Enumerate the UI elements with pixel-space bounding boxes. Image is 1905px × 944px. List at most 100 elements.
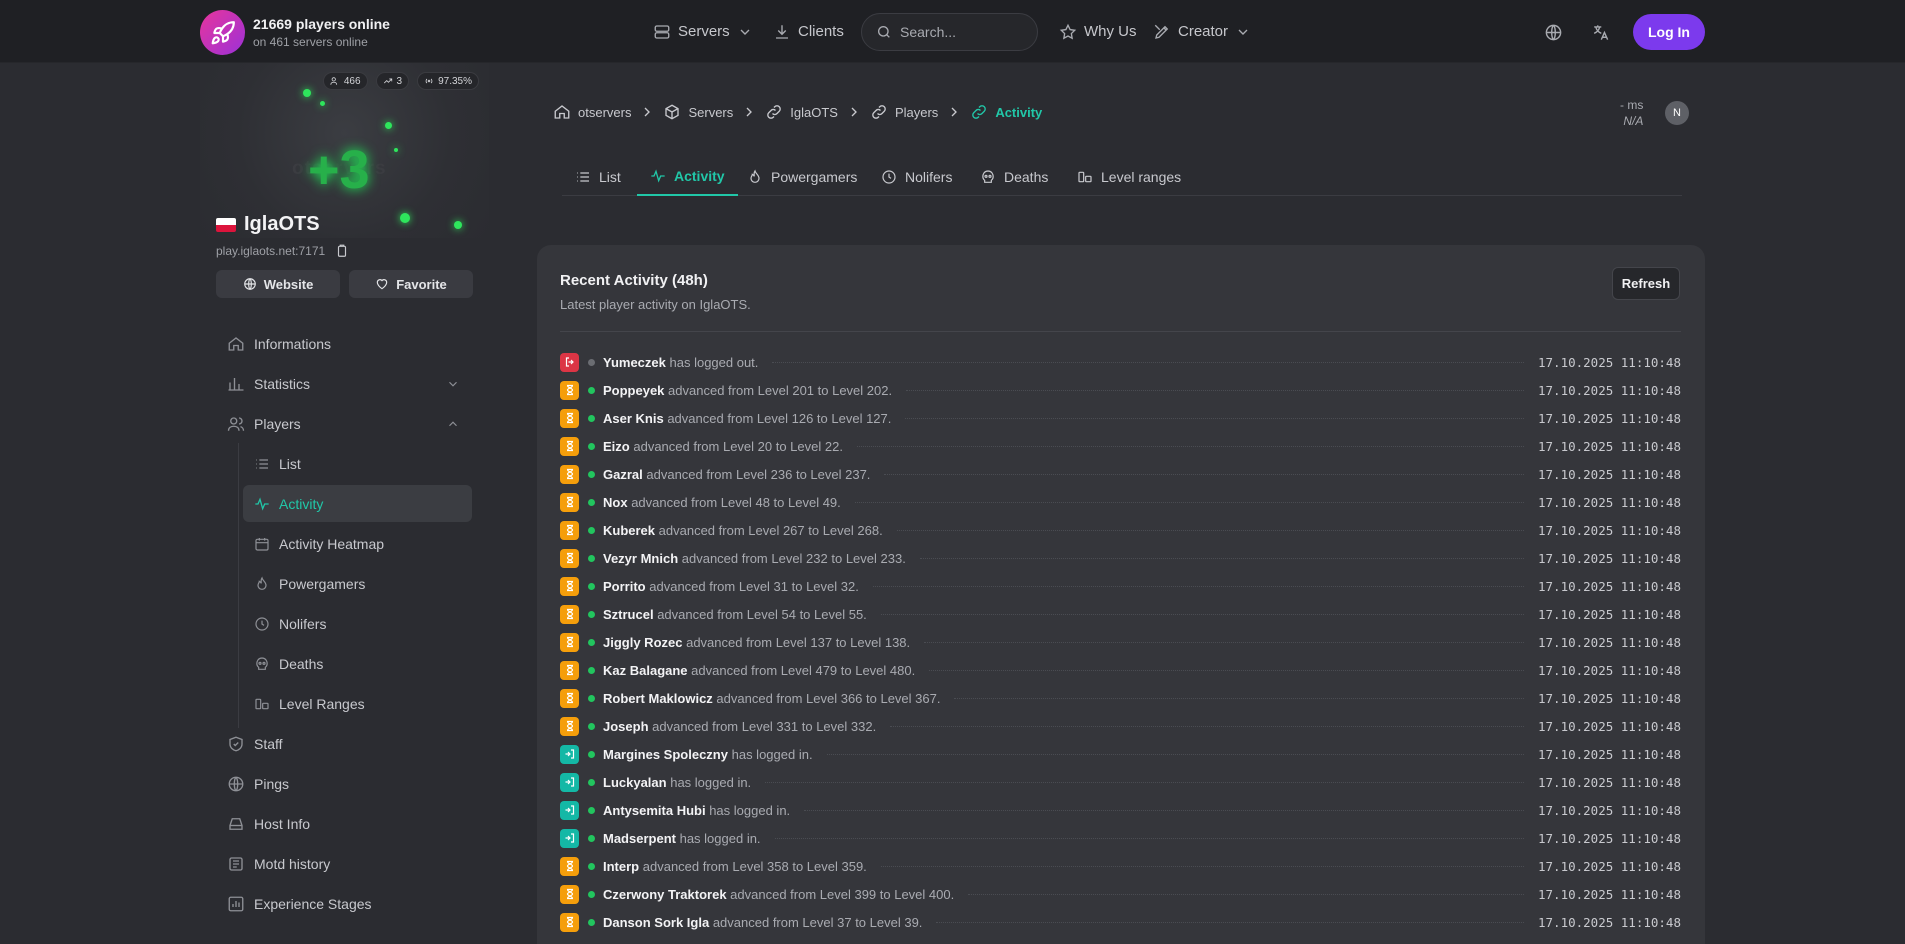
language-icon[interactable] (1588, 20, 1612, 44)
activity-timestamp: 17.10.2025 11:10:48 (1538, 914, 1681, 930)
sidebar-subitem-nolifers[interactable]: Nolifers (243, 605, 472, 642)
player-name-link[interactable]: Antysemita Hubi (603, 803, 706, 818)
breadcrumb-iglaots[interactable]: IglaOTS (765, 103, 838, 121)
player-name-link[interactable]: Luckyalan (603, 775, 667, 790)
player-name-link[interactable]: Gazral (603, 467, 643, 482)
player-name-link[interactable]: Kuberek (603, 523, 655, 538)
sidebar-subitem-deaths[interactable]: Deaths (243, 645, 472, 682)
nav-why-us[interactable]: Why Us (1059, 0, 1137, 63)
search-input[interactable]: Search... (861, 13, 1038, 51)
login-icon (560, 744, 579, 764)
chart-icon (228, 896, 244, 911)
status-dot (588, 582, 595, 590)
activity-text: Gazral advanced from Level 236 to Level … (603, 467, 870, 482)
breadcrumb-servers[interactable]: Servers (663, 103, 733, 121)
player-name-link[interactable]: Porrito (603, 579, 646, 594)
sidebar-item-statistics[interactable]: Statistics (216, 365, 472, 402)
activity-text: Joseph advanced from Level 331 to Level … (603, 719, 876, 734)
activity-row: Gazral advanced from Level 236 to Level … (560, 464, 1681, 484)
globe-icon (228, 776, 244, 791)
player-name-link[interactable]: Czerwony Traktorek (603, 887, 727, 902)
activity-timestamp: 17.10.2025 11:10:48 (1538, 494, 1681, 510)
sidebar-item-staff[interactable]: Staff (216, 725, 472, 762)
activity-timestamp: 17.10.2025 11:10:48 (1538, 382, 1681, 398)
activity-row: Interp advanced from Level 358 to Level … (560, 856, 1681, 876)
dotted-leader (854, 501, 1524, 503)
player-name-link[interactable]: Interp (603, 859, 639, 874)
sidebar-subitem-activity[interactable]: Activity (243, 485, 472, 522)
player-name-link[interactable]: Danson Sork Igla (603, 915, 709, 930)
player-name-link[interactable]: Eizo (603, 439, 630, 454)
sidebar-item-motd-history[interactable]: Motd history (216, 845, 472, 882)
chevron-up-icon (449, 421, 457, 427)
players-online-count: 21669 players online (253, 16, 390, 32)
sidebar-subitem-level-ranges[interactable]: Level Ranges (243, 685, 472, 722)
activity-description: has logged in. (709, 802, 791, 818)
player-name-link[interactable]: Madserpent (603, 831, 676, 846)
tab-activity[interactable]: Activity (637, 157, 738, 196)
chevron-down-icon (1238, 29, 1248, 35)
sidebar-item-host-info[interactable]: Host Info (216, 805, 472, 842)
player-name-link[interactable]: Sztrucel (603, 607, 654, 622)
activity-timestamp: 17.10.2025 11:10:48 (1538, 634, 1681, 650)
tab-nolifers[interactable]: Nolifers (868, 157, 965, 196)
website-button[interactable]: Website (216, 270, 340, 298)
nav-servers[interactable]: Servers (653, 0, 753, 63)
card-subtitle: Latest player activity on IglaOTS. (560, 297, 751, 312)
status-dot (588, 666, 595, 674)
refresh-button[interactable]: Refresh (1612, 267, 1680, 300)
player-name-link[interactable]: Joseph (603, 719, 649, 734)
player-name-link[interactable]: Jiggly Rozec (603, 635, 682, 650)
activity-timestamp: 17.10.2025 11:10:48 (1538, 830, 1681, 846)
logout-icon (560, 352, 579, 372)
breadcrumb-otservers[interactable]: otservers (553, 103, 631, 121)
activity-row: Czerwony Traktorek advanced from Level 3… (560, 884, 1681, 904)
sidebar-subitem-list[interactable]: List (243, 445, 472, 482)
sidebar-item-players[interactable]: Players (216, 405, 472, 442)
breadcrumb-activity[interactable]: Activity (970, 103, 1042, 121)
dotted-leader (772, 361, 1524, 363)
hourglass-icon (560, 856, 579, 876)
player-name-link[interactable]: Nox (603, 495, 628, 510)
tab-level-ranges[interactable]: Level ranges (1064, 157, 1194, 196)
activity-text: Czerwony Traktorek advanced from Level 3… (603, 887, 954, 902)
player-name-link[interactable]: Kaz Balagane (603, 663, 688, 678)
player-name-link[interactable]: Margines Spoleczny (603, 747, 728, 762)
nav-creator[interactable]: Creator (1153, 0, 1251, 63)
sidebar-item-informations[interactable]: Informations (216, 325, 472, 362)
sidebar-subitem-powergamers[interactable]: Powergamers (243, 565, 472, 602)
player-name-link[interactable]: Poppeyek (603, 383, 664, 398)
clock-icon (255, 616, 269, 631)
servers-online-count: on 461 servers online (253, 35, 368, 49)
brand[interactable]: 21669 players online on 461 servers onli… (200, 10, 390, 55)
clipboard-icon[interactable] (335, 244, 349, 258)
breadcrumb-players[interactable]: Players (870, 103, 938, 121)
range-icon (1078, 171, 1092, 182)
nav-clients[interactable]: Clients (773, 0, 844, 63)
sidebar-item-experience-stages[interactable]: Experience Stages (216, 885, 472, 922)
sidebar-item-pings[interactable]: Pings (216, 765, 472, 802)
activity-description: advanced from Level 236 to Level 237. (646, 466, 871, 482)
player-name-link[interactable]: Robert Maklowicz (603, 691, 713, 706)
activity-description: has logged in. (731, 746, 813, 762)
tab-powergamers[interactable]: Powergamers (734, 157, 870, 196)
tab-deaths[interactable]: Deaths (967, 157, 1061, 196)
skull-icon (256, 656, 268, 670)
player-name-link[interactable]: Vezyr Mnich (603, 551, 678, 566)
sidebar-subitem-activity-heatmap[interactable]: Activity Heatmap (243, 525, 472, 562)
status-dot (588, 414, 595, 422)
users-icon (330, 77, 337, 85)
status-dot (588, 638, 595, 646)
dotted-leader (880, 613, 1524, 615)
favorite-button[interactable]: Favorite (349, 270, 473, 298)
tab-list[interactable]: List (562, 157, 634, 196)
activity-description: advanced from Level 137 to Level 138. (686, 634, 911, 650)
player-name-link[interactable]: Aser Knis (603, 411, 664, 426)
activity-description: advanced from Level 37 to Level 39. (712, 914, 923, 930)
activity-timestamp: 17.10.2025 11:10:48 (1538, 690, 1681, 706)
hard-drive-icon (229, 817, 243, 830)
globe-icon[interactable] (1541, 20, 1565, 44)
ping-na: N/A (1623, 114, 1644, 128)
login-button[interactable]: Log In (1633, 14, 1705, 50)
player-name-link[interactable]: Yumeczek (603, 355, 666, 370)
